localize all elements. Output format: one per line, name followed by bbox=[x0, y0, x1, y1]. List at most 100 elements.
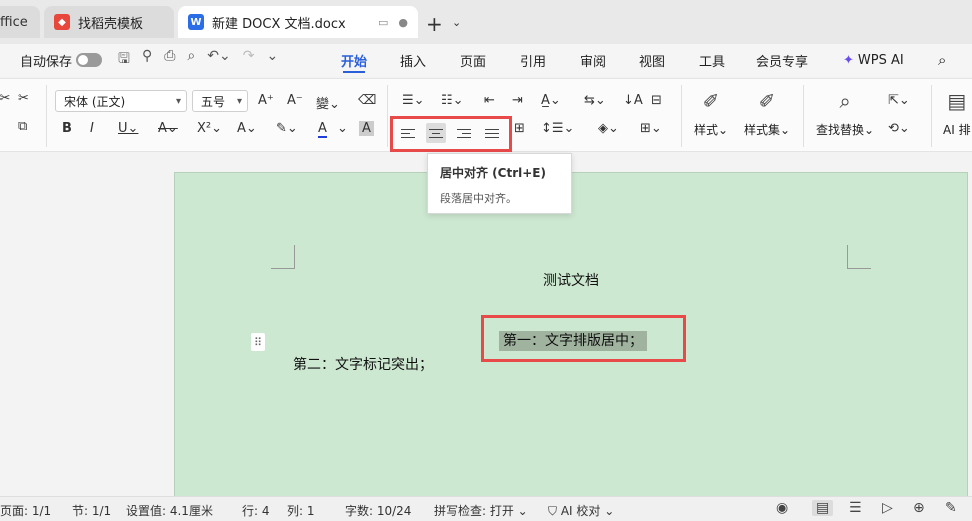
menu-review[interactable]: 审阅 bbox=[580, 44, 606, 76]
paragraph-1[interactable]: 第一：文字排版居中； bbox=[499, 331, 647, 351]
font-color-dropdown-icon[interactable]: ⌄ bbox=[337, 121, 348, 136]
bold-icon[interactable]: B bbox=[62, 121, 72, 136]
autosave-toggle[interactable] bbox=[76, 53, 103, 67]
phonetic-guide-icon[interactable]: 變⌄ bbox=[316, 93, 340, 112]
style-set-icon: ✐ bbox=[758, 89, 776, 113]
tab-dropdown-icon[interactable]: ⌄ bbox=[452, 16, 461, 29]
document-title[interactable]: 测试文档 bbox=[543, 270, 599, 290]
ai-layout-button[interactable]: ▤ AI 排 bbox=[943, 89, 971, 138]
decrease-indent-icon[interactable]: ⇤ bbox=[484, 93, 495, 108]
styles-label: 样式 bbox=[694, 123, 719, 137]
status-row[interactable]: 行: 4 bbox=[242, 502, 270, 519]
wps-ai-logo-icon: ✦ bbox=[843, 52, 854, 68]
menu-tools[interactable]: 工具 bbox=[699, 44, 725, 76]
font-size-value: 五号 bbox=[201, 94, 226, 109]
document-page[interactable]: 测试文档 ⠿ 第一：文字排版居中； 第二：文字标记突出； bbox=[174, 172, 968, 502]
more-dropdown-icon[interactable]: ⌄ bbox=[266, 48, 278, 72]
replace-cycle-icon[interactable]: ⟲⌄ bbox=[888, 121, 910, 136]
underline-icon[interactable]: U⌄ bbox=[118, 121, 138, 136]
italic-icon[interactable]: I bbox=[90, 121, 94, 136]
text-direction-icon[interactable]: ⇆⌄ bbox=[584, 93, 606, 108]
status-words[interactable]: 字数: 10/24 bbox=[345, 502, 411, 519]
tooltip-description: 段落居中对齐。 bbox=[440, 192, 517, 205]
menu-insert[interactable]: 插入 bbox=[400, 44, 426, 76]
char-shading-icon[interactable]: A bbox=[359, 121, 374, 136]
tab-bar: ffice ◆ 找稻壳模板 W 新建 DOCX 文档.docx ▭ ● + ⌄ bbox=[0, 0, 972, 44]
align-center-button[interactable] bbox=[426, 123, 446, 143]
menu-home[interactable]: 开始 bbox=[341, 44, 367, 76]
tab-template[interactable]: ◆ 找稻壳模板 bbox=[44, 6, 174, 38]
status-spell-label: 拼写检查: 打开 bbox=[434, 504, 514, 518]
align-left-button[interactable] bbox=[398, 123, 418, 143]
format-painter-icon[interactable]: ⧉ bbox=[18, 119, 27, 134]
line-spacing-icon[interactable]: ↕☰⌄ bbox=[541, 121, 574, 136]
decrease-font-icon[interactable]: A⁻ bbox=[287, 93, 303, 108]
numbered-list-icon[interactable]: ☷⌄ bbox=[441, 93, 464, 108]
styles-button[interactable]: ✐ 样式⌄ bbox=[694, 89, 728, 138]
status-col[interactable]: 列: 1 bbox=[287, 502, 315, 519]
tab-office[interactable]: ffice bbox=[0, 6, 40, 38]
status-section[interactable]: 节: 1/1 bbox=[72, 502, 111, 519]
docer-icon: ◆ bbox=[54, 14, 70, 30]
magnifier-icon: ⌕ bbox=[839, 89, 851, 113]
tab-document[interactable]: W 新建 DOCX 文档.docx ▭ ● bbox=[178, 6, 418, 38]
status-spell[interactable]: 拼写检查: 打开 ⌄ bbox=[434, 502, 528, 519]
window-icon[interactable]: ▭ bbox=[378, 16, 388, 29]
search-icon[interactable]: ⌕ bbox=[938, 44, 946, 76]
increase-indent-icon[interactable]: ⇥ bbox=[512, 93, 523, 108]
save-icon[interactable]: 🖫 bbox=[118, 48, 130, 72]
page-view-icon[interactable]: ▤ bbox=[812, 500, 834, 516]
font-name-value: 宋体 (正文) bbox=[64, 94, 126, 109]
undo-icon[interactable]: ↶⌄ bbox=[207, 48, 230, 72]
unsaved-dot-icon[interactable]: ● bbox=[398, 16, 408, 29]
pen-icon[interactable]: ✎ bbox=[945, 500, 957, 516]
font-color-icon[interactable]: A bbox=[318, 121, 327, 138]
change-case-icon[interactable]: A̲⌄ bbox=[541, 93, 561, 108]
increase-font-icon[interactable]: A⁺ bbox=[258, 93, 274, 108]
sort-icon[interactable]: ↓A bbox=[623, 93, 643, 108]
autosave-control[interactable]: 自动保存 bbox=[20, 51, 103, 70]
outline-view-icon[interactable]: ☰ bbox=[849, 500, 862, 516]
pin-icon[interactable]: ⚲ bbox=[142, 48, 152, 72]
eye-icon[interactable]: ◉ bbox=[776, 500, 788, 516]
borders-icon[interactable]: ⊞⌄ bbox=[640, 121, 662, 136]
strikethrough-icon[interactable]: A⌄ bbox=[158, 121, 178, 136]
show-marks-icon[interactable]: ⊟ bbox=[651, 93, 662, 108]
drag-handle-icon[interactable]: ⠿ bbox=[251, 333, 265, 351]
paragraph-2[interactable]: 第二：文字标记突出； bbox=[293, 354, 433, 374]
play-icon[interactable]: ▷ bbox=[882, 500, 893, 516]
redo-icon[interactable]: ↷ bbox=[243, 48, 255, 72]
print-icon[interactable]: ⎙ bbox=[164, 48, 175, 72]
divider bbox=[387, 85, 388, 147]
highlight-icon[interactable]: ✎⌄ bbox=[276, 121, 298, 136]
divider bbox=[803, 85, 804, 147]
menu-references[interactable]: 引用 bbox=[520, 44, 546, 76]
find-replace-button[interactable]: ⌕ 查找替换⌄ bbox=[816, 89, 874, 138]
print-preview-icon[interactable]: ⌕ bbox=[187, 48, 195, 72]
select-icon[interactable]: ⇱⌄ bbox=[888, 93, 910, 108]
find-replace-label: 查找替换 bbox=[816, 123, 865, 137]
menu-view[interactable]: 视图 bbox=[639, 44, 665, 76]
globe-icon[interactable]: ⊕ bbox=[913, 500, 925, 516]
justify-button[interactable] bbox=[482, 123, 502, 143]
divider bbox=[931, 85, 932, 147]
bullet-list-icon[interactable]: ☰⌄ bbox=[402, 93, 425, 108]
menu-membership[interactable]: 会员专享 bbox=[756, 44, 808, 76]
status-ai-check[interactable]: ⛉ AI 校对 ⌄ bbox=[548, 502, 614, 519]
text-effect-icon[interactable]: A⌄ bbox=[237, 121, 257, 136]
font-name-select[interactable]: 宋体 (正文) ▾ bbox=[55, 90, 187, 112]
add-tab-button[interactable]: + bbox=[426, 12, 443, 36]
font-size-select[interactable]: 五号 ▾ bbox=[192, 90, 248, 112]
clear-format-icon[interactable]: ⌫ bbox=[358, 93, 376, 108]
align-right-button[interactable] bbox=[454, 123, 474, 143]
distributed-align-icon[interactable]: ⊞ bbox=[514, 121, 525, 136]
menu-wps-ai[interactable]: ✦ WPS AI bbox=[843, 44, 904, 76]
menu-page[interactable]: 页面 bbox=[460, 44, 486, 76]
status-setting[interactable]: 设置值: 4.1厘米 bbox=[126, 502, 213, 519]
scissors-icon[interactable]: ✂ bbox=[18, 91, 29, 106]
superscript-icon[interactable]: X²⌄ bbox=[197, 121, 222, 136]
status-page[interactable]: 页面: 1/1 bbox=[0, 502, 51, 519]
cut-icon-partial[interactable]: ✂ bbox=[0, 91, 10, 106]
shading-icon[interactable]: ◈⌄ bbox=[598, 121, 619, 136]
style-set-button[interactable]: ✐ 样式集⌄ bbox=[744, 89, 790, 138]
